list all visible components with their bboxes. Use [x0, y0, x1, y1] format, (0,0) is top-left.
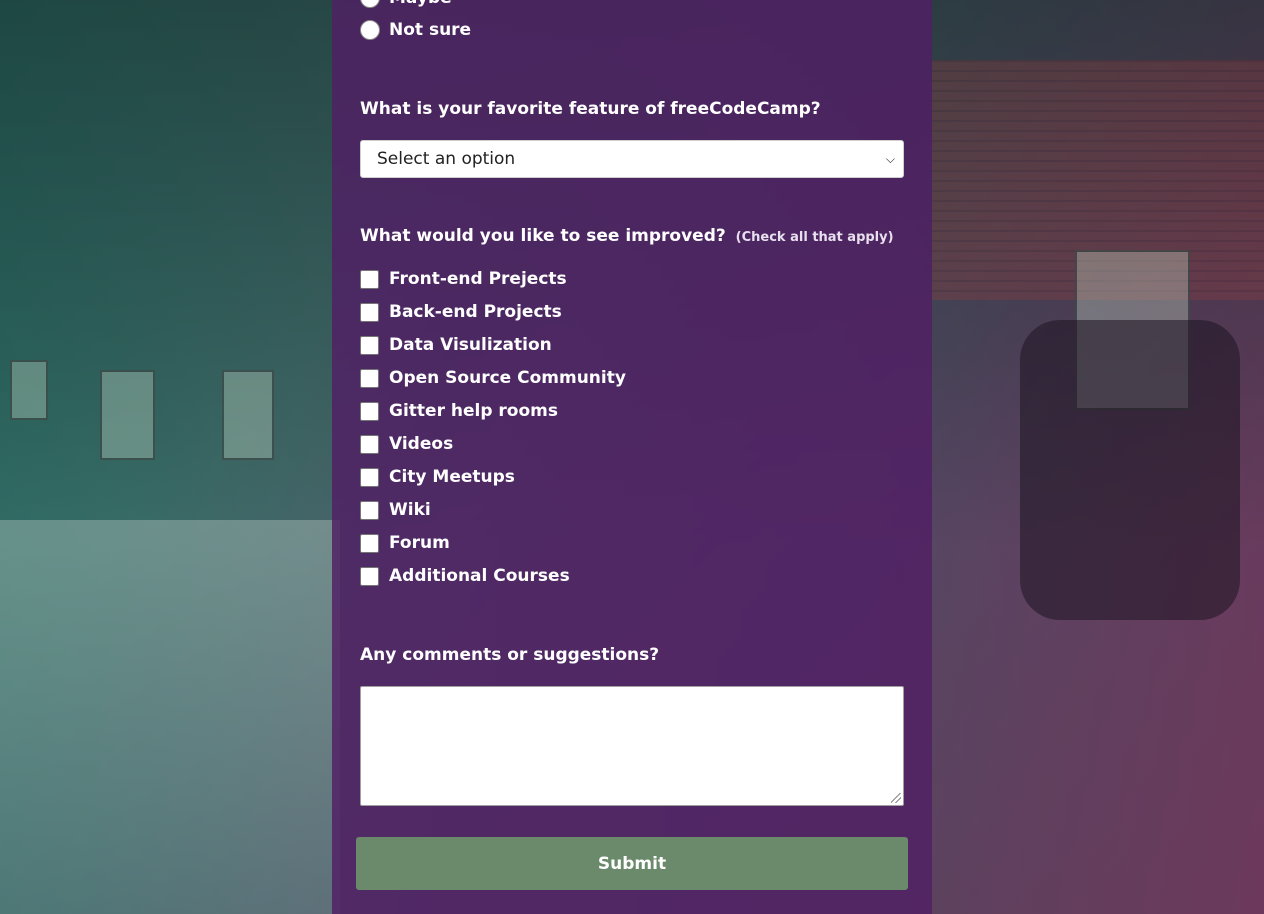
radio-option-not-sure[interactable]: Not sure: [360, 20, 471, 40]
checkbox-option[interactable]: Gitter help rooms: [360, 401, 558, 421]
checkbox-label: Open Source Community: [389, 368, 626, 388]
checkbox[interactable]: [360, 302, 379, 322]
checkbox-option[interactable]: Open Source Community: [360, 368, 626, 388]
radio-label: Maybe: [389, 0, 452, 8]
checkbox-option[interactable]: Videos: [360, 434, 453, 454]
chevron-down-icon: ⌵: [885, 151, 895, 166]
checkbox[interactable]: [360, 269, 379, 289]
checkbox[interactable]: [360, 533, 379, 553]
checkbox[interactable]: [360, 335, 379, 355]
comments-label: Any comments or suggestions?: [360, 645, 660, 665]
comments-textarea[interactable]: [360, 686, 904, 806]
floor: [0, 520, 340, 914]
window: [10, 360, 48, 420]
checkbox-label: Wiki: [389, 500, 431, 520]
checkbox-label: Back-end Projects: [389, 302, 562, 322]
submit-button[interactable]: Submit: [356, 837, 908, 890]
office-chair: [1020, 320, 1240, 620]
checkbox-option[interactable]: Back-end Projects: [360, 302, 562, 322]
radio-label: Not sure: [389, 20, 472, 40]
checkbox[interactable]: [360, 500, 379, 520]
checkbox[interactable]: [360, 566, 379, 586]
checkbox-label: Data Visulization: [389, 335, 552, 355]
radio-button[interactable]: [360, 20, 380, 40]
checkbox-option[interactable]: Wiki: [360, 500, 431, 520]
checkbox-label: Front-end Prejects: [389, 269, 567, 289]
checkbox-label: Forum: [389, 533, 450, 553]
checkbox[interactable]: [360, 434, 379, 454]
checkbox-option[interactable]: Additional Courses: [360, 566, 570, 586]
favorite-feature-select[interactable]: Select an option ⌵: [360, 140, 904, 178]
resize-handle-icon[interactable]: [891, 793, 901, 803]
window: [222, 370, 274, 460]
radio-option-maybe[interactable]: Maybe: [360, 0, 452, 8]
window: [100, 370, 155, 460]
checkbox[interactable]: [360, 401, 379, 421]
checkbox-option[interactable]: City Meetups: [360, 467, 515, 487]
select-value: Select an option: [377, 149, 516, 169]
checkbox[interactable]: [360, 467, 379, 487]
checkbox-option[interactable]: Front-end Prejects: [360, 269, 567, 289]
checkbox[interactable]: [360, 368, 379, 388]
checkbox-label: Gitter help rooms: [389, 401, 558, 421]
improvements-label: What would you like to see improved? (Ch…: [360, 226, 894, 246]
favorite-feature-label: What is your favorite feature of freeCod…: [360, 99, 821, 119]
checkbox-option[interactable]: Data Visulization: [360, 335, 552, 355]
radio-button[interactable]: [360, 0, 380, 8]
checkbox-option[interactable]: Forum: [360, 533, 450, 553]
checkbox-label: Additional Courses: [389, 566, 570, 586]
checkbox-label: City Meetups: [389, 467, 515, 487]
improvements-question: What would you like to see improved?: [360, 226, 726, 246]
checkbox-label: Videos: [389, 434, 454, 454]
improvements-hint: (Check all that apply): [735, 230, 894, 245]
